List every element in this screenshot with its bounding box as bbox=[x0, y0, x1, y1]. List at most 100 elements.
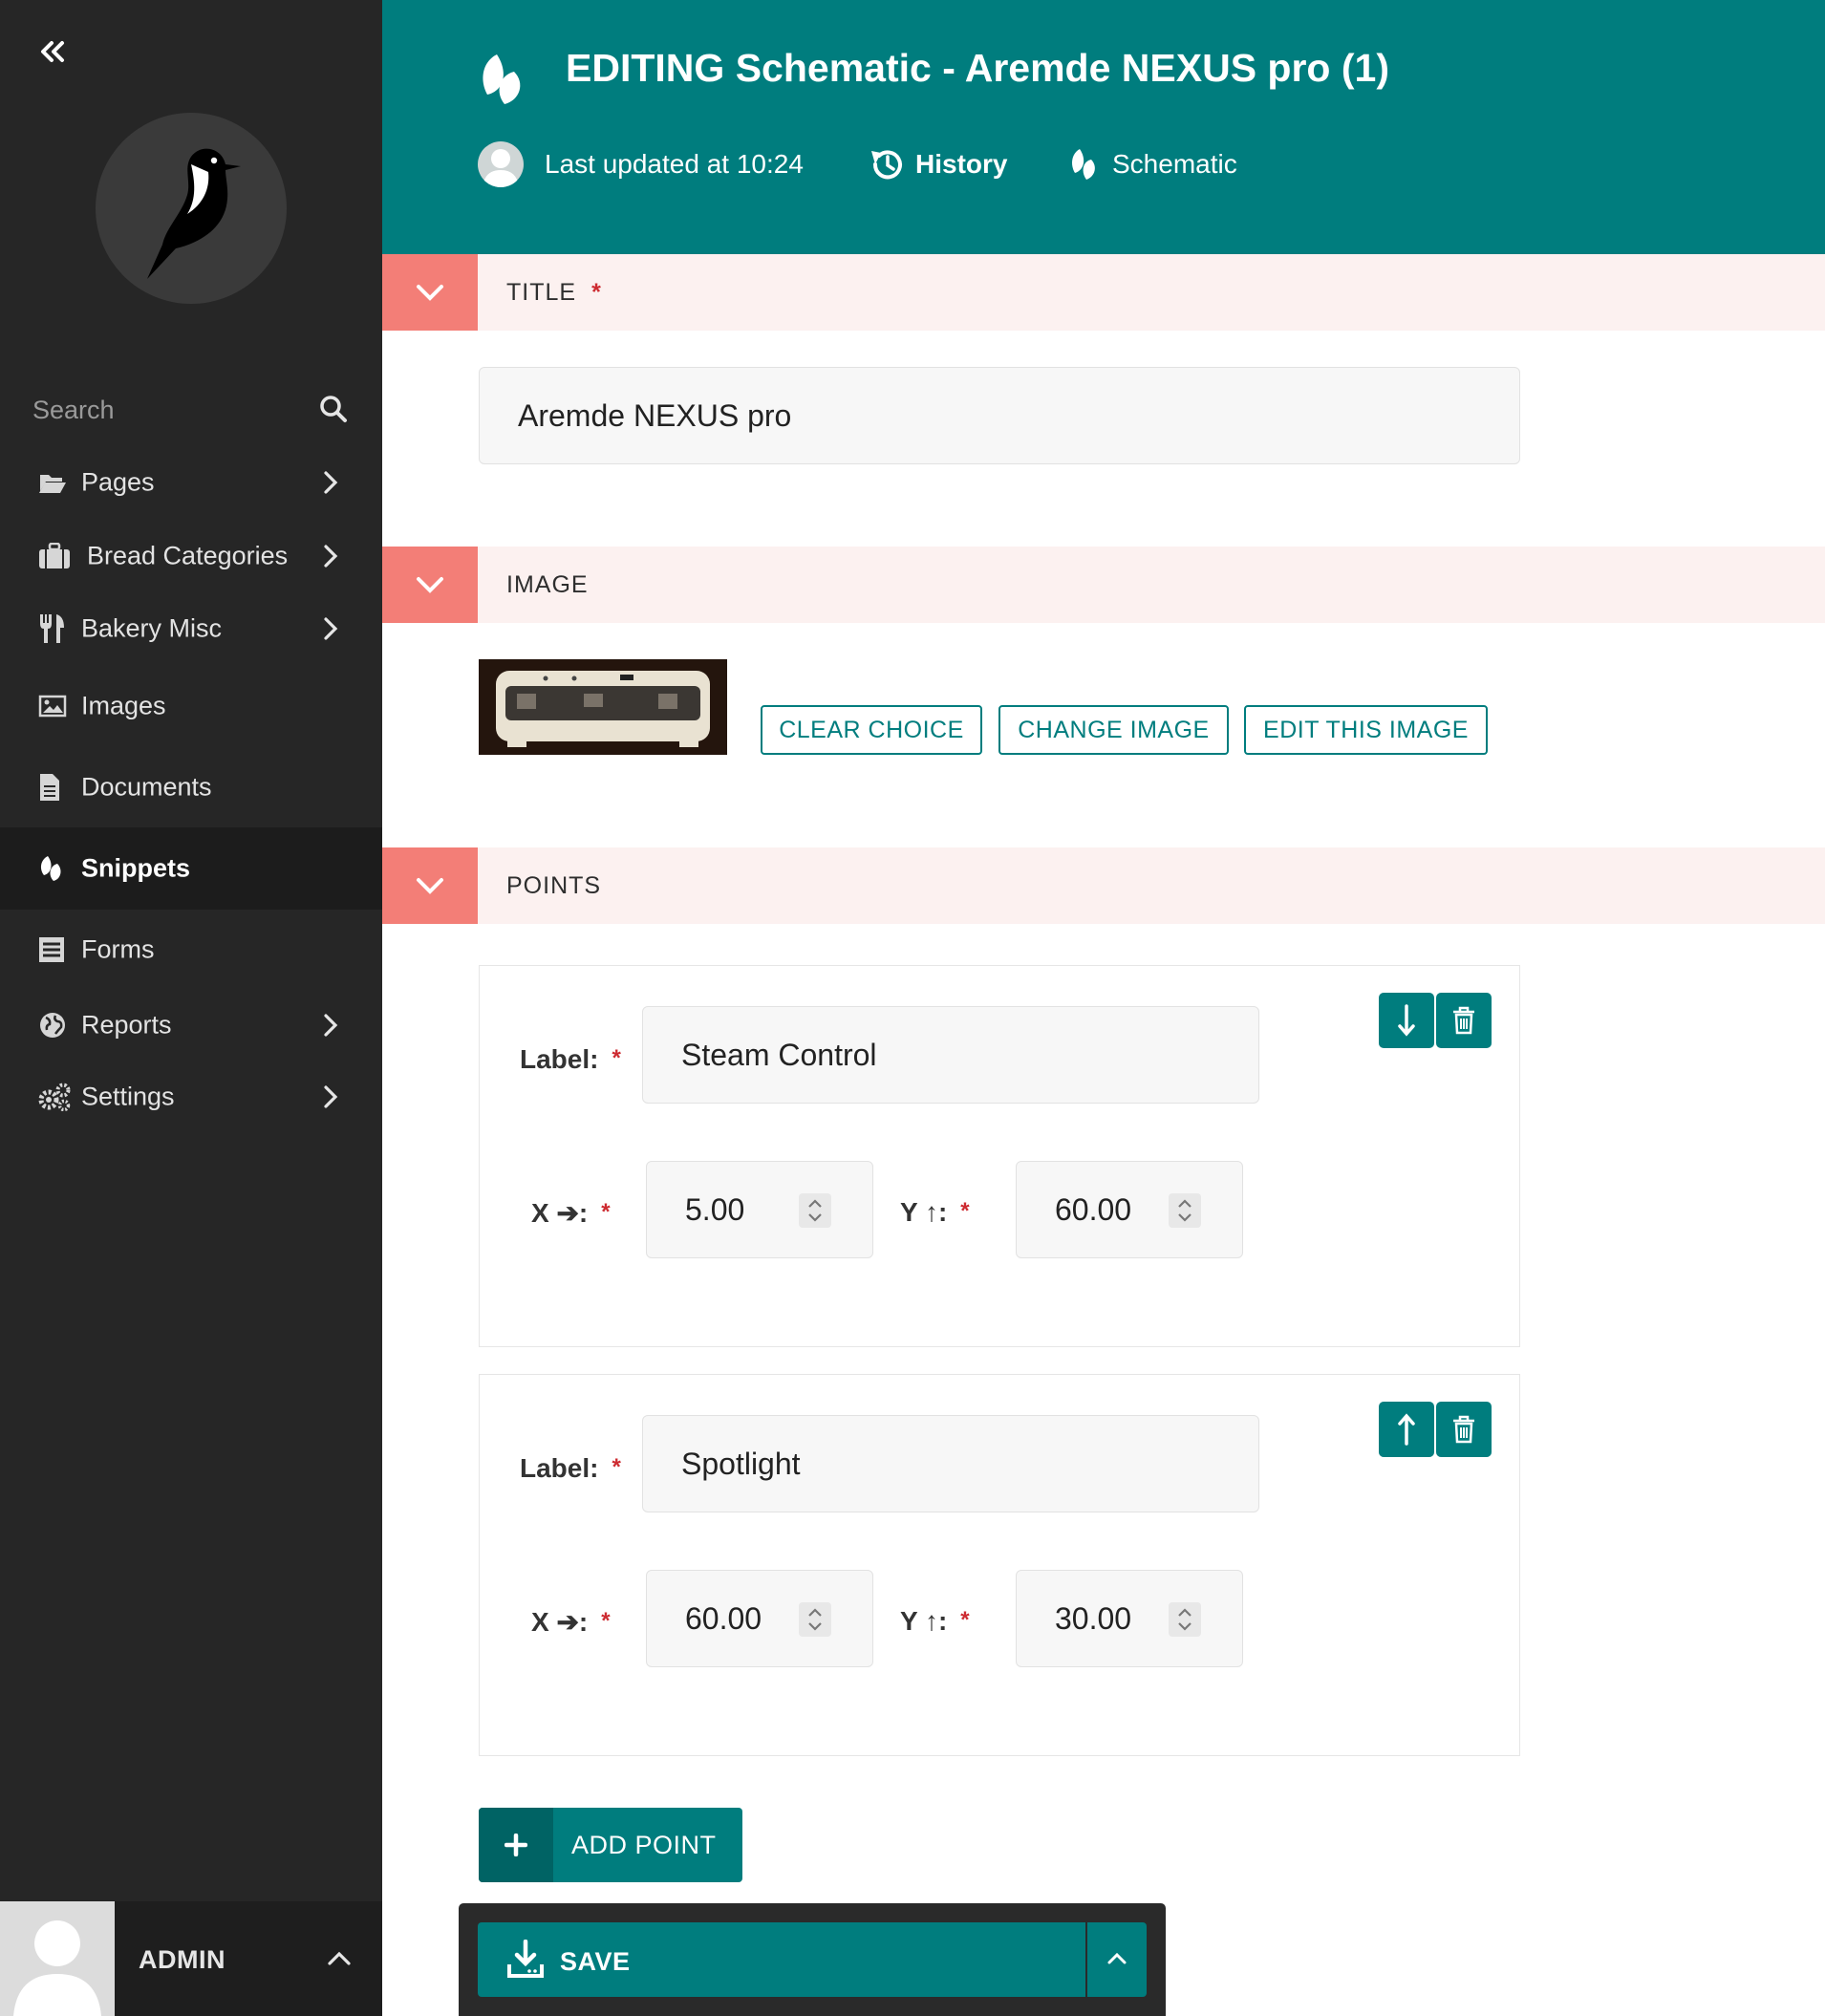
search-input[interactable] bbox=[31, 390, 311, 430]
chevron-up-icon bbox=[1107, 1952, 1127, 1964]
clear-choice-button[interactable]: CLEAR CHOICE bbox=[761, 705, 982, 755]
last-updated-text: Last updated at 10:24 bbox=[545, 149, 804, 179]
suitcase-icon bbox=[38, 543, 71, 569]
sidebar-item-label: Bakery Misc bbox=[81, 613, 223, 643]
sidebar-item-label: Pages bbox=[81, 467, 155, 497]
model-type-label: Schematic bbox=[1112, 149, 1237, 179]
chevron-up-icon[interactable] bbox=[327, 1951, 352, 1966]
sidebar-item-reports[interactable]: Reports bbox=[0, 990, 382, 1061]
number-stepper-icon[interactable] bbox=[1169, 1602, 1201, 1637]
delete-button[interactable] bbox=[1436, 993, 1492, 1048]
point-y-field bbox=[1016, 1161, 1243, 1258]
page-title-subject: Schematic - Aremde NEXUS pro (1) bbox=[735, 46, 1389, 90]
title-input[interactable] bbox=[479, 367, 1520, 464]
model-type-link[interactable]: Schematic bbox=[1068, 141, 1237, 187]
folder-open-icon bbox=[38, 470, 67, 495]
save-button[interactable]: SAVE bbox=[478, 1922, 1085, 1997]
search-icon[interactable] bbox=[318, 394, 349, 424]
collapse-sidebar-icon[interactable] bbox=[38, 40, 76, 75]
point-card: Label:* X ➔:* Y ↑:* bbox=[479, 965, 1520, 1347]
point-x-input[interactable] bbox=[646, 1161, 873, 1258]
move-down-button[interactable] bbox=[1379, 993, 1434, 1048]
move-up-button[interactable] bbox=[1379, 1402, 1434, 1457]
panel-label-text: POINTS bbox=[506, 872, 602, 899]
sidebar-search bbox=[0, 382, 382, 436]
avatar bbox=[0, 1901, 115, 2016]
sidebar-item-label: Bread Categories bbox=[87, 541, 289, 570]
globe-icon bbox=[38, 1011, 67, 1040]
chevron-right-icon bbox=[323, 544, 338, 568]
sidebar-item-label: Forms bbox=[81, 934, 155, 964]
number-stepper-icon[interactable] bbox=[1169, 1193, 1201, 1228]
point-x-field bbox=[646, 1570, 873, 1667]
number-stepper-icon[interactable] bbox=[799, 1193, 831, 1228]
panel-toggle-image[interactable] bbox=[382, 547, 478, 623]
point-x-field-label: X ➔: * bbox=[531, 1198, 611, 1228]
point-x-input[interactable] bbox=[646, 1570, 873, 1667]
chevron-down-icon bbox=[417, 878, 443, 894]
panel-toggle-points[interactable] bbox=[382, 847, 478, 924]
snippet-icon bbox=[1072, 149, 1095, 180]
panel-image: IMAGE bbox=[382, 547, 1825, 623]
chevron-right-icon bbox=[323, 1084, 338, 1109]
sidebar-item-snippets[interactable]: Snippets bbox=[0, 827, 382, 910]
chevron-down-icon bbox=[417, 577, 443, 593]
last-updated: Last updated at 10:24 bbox=[478, 141, 804, 187]
chevron-right-icon bbox=[323, 1013, 338, 1038]
sidebar-item-label: Settings bbox=[81, 1082, 175, 1111]
account-menu[interactable]: ADMIN bbox=[0, 1901, 382, 2016]
panel-label-text: TITLE bbox=[506, 279, 577, 306]
sidebar-item-label: Snippets bbox=[81, 853, 191, 883]
sidebar-menu: Pages Bread Categories Bakery Misc Image… bbox=[0, 445, 382, 1133]
trash-icon bbox=[1453, 1006, 1474, 1035]
number-stepper-icon[interactable] bbox=[799, 1602, 831, 1637]
sidebar-item-documents[interactable]: Documents bbox=[0, 747, 382, 827]
footer-actions: SAVE bbox=[459, 1903, 1166, 2016]
add-point-button[interactable]: ADD POINT bbox=[479, 1808, 742, 1882]
panel-label: POINTS bbox=[506, 872, 601, 900]
sidebar: Pages Bread Categories Bakery Misc bbox=[0, 0, 382, 2016]
point-label-input[interactable] bbox=[642, 1006, 1259, 1104]
point-x-field-label: X ➔: * bbox=[531, 1607, 611, 1637]
history-link[interactable]: History bbox=[868, 141, 1007, 187]
account-name: ADMIN bbox=[139, 1945, 225, 1974]
page-header: EDITING Schematic - Aremde NEXUS pro (1)… bbox=[382, 0, 1825, 254]
point-label-field-label: Label: * bbox=[520, 1453, 621, 1483]
download-icon bbox=[507, 1940, 544, 1978]
point-card: Label:* X ➔:* Y ↑:* bbox=[479, 1374, 1520, 1756]
add-point-label: ADD POINT bbox=[571, 1831, 717, 1859]
sidebar-item-bread-categories[interactable]: Bread Categories bbox=[0, 520, 382, 592]
point-label-input[interactable] bbox=[642, 1415, 1259, 1512]
change-image-button[interactable]: CHANGE IMAGE bbox=[998, 705, 1229, 755]
point-y-field-label: Y ↑: * bbox=[900, 1606, 970, 1636]
wagtail-logo[interactable] bbox=[96, 113, 287, 304]
required-marker: * bbox=[591, 279, 602, 306]
sidebar-item-bakery-misc[interactable]: Bakery Misc bbox=[0, 592, 382, 665]
sidebar-item-forms[interactable]: Forms bbox=[0, 910, 382, 990]
sidebar-item-label: Documents bbox=[81, 772, 212, 802]
trash-icon bbox=[1453, 1415, 1474, 1444]
history-icon bbox=[871, 150, 902, 180]
panel-toggle-title[interactable] bbox=[382, 254, 478, 331]
delete-button[interactable] bbox=[1436, 1402, 1492, 1457]
point-label-field-label: Label: * bbox=[520, 1044, 621, 1074]
form-icon bbox=[38, 936, 65, 963]
point-x-field bbox=[646, 1161, 873, 1258]
point-y-input[interactable] bbox=[1016, 1161, 1243, 1258]
more-actions-button[interactable] bbox=[1087, 1922, 1147, 1997]
sidebar-item-images[interactable]: Images bbox=[0, 665, 382, 747]
sidebar-item-label: Reports bbox=[81, 1010, 172, 1040]
sidebar-item-pages[interactable]: Pages bbox=[0, 445, 382, 520]
sidebar-item-settings[interactable]: Settings bbox=[0, 1061, 382, 1133]
sidebar-item-label: Images bbox=[81, 691, 166, 720]
point-y-input[interactable] bbox=[1016, 1570, 1243, 1667]
document-icon bbox=[38, 773, 61, 802]
avatar bbox=[478, 141, 524, 187]
arrow-up-icon bbox=[1398, 1413, 1415, 1446]
edit-image-button[interactable]: EDIT THIS IMAGE bbox=[1244, 705, 1488, 755]
page-title: EDITING Schematic - Aremde NEXUS pro (1) bbox=[566, 46, 1389, 91]
plus-icon bbox=[479, 1808, 553, 1882]
image-thumbnail bbox=[479, 659, 727, 755]
panel-title: TITLE * bbox=[382, 254, 1825, 331]
panel-points: POINTS bbox=[382, 847, 1825, 924]
